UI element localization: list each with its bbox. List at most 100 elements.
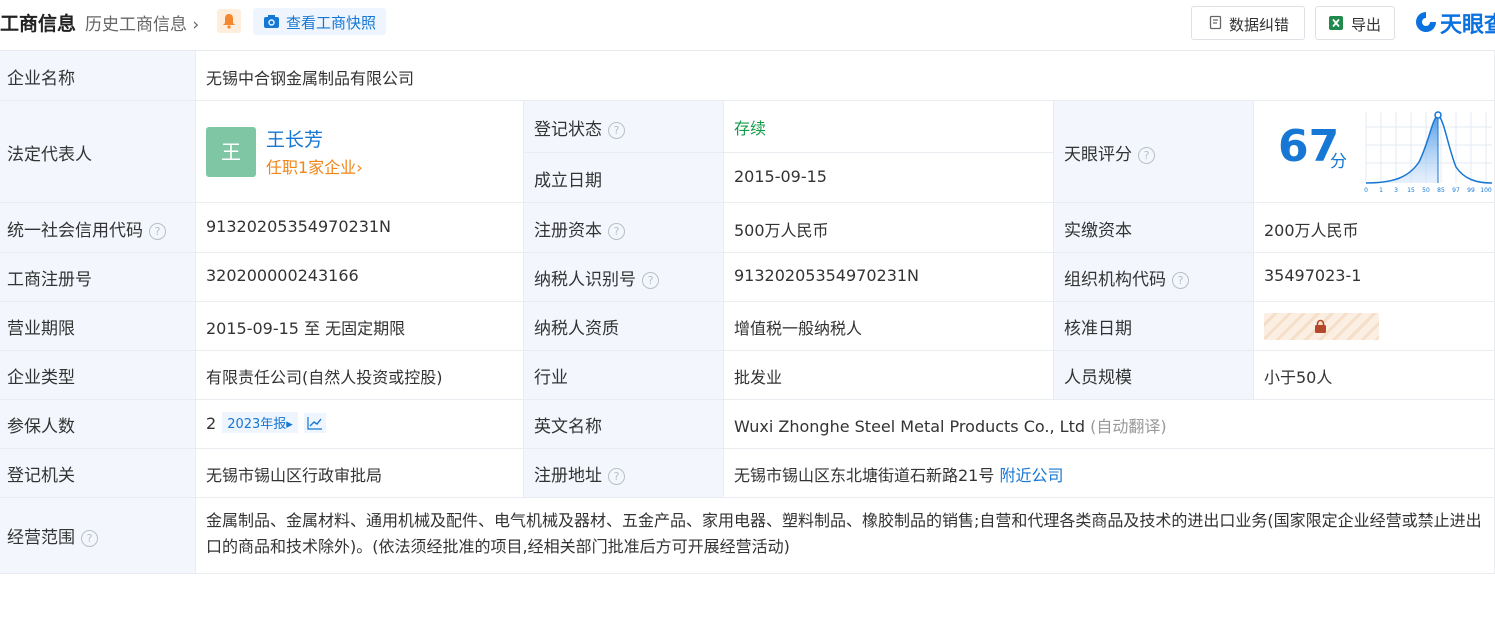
org-code-label: 组织机构代码 bbox=[1064, 270, 1166, 290]
paid-capital-value-cell: 200万人民币 bbox=[1254, 203, 1495, 253]
insured-wrap: 2 2023年报▸ bbox=[206, 412, 326, 433]
score-tick-label: 50 bbox=[1422, 187, 1430, 194]
industry-label: 行业 bbox=[534, 368, 568, 388]
snapshot-button[interactable]: 查看工商快照 bbox=[253, 8, 386, 35]
help-icon[interactable]: ? bbox=[642, 272, 659, 289]
export-button[interactable]: 导出 bbox=[1315, 6, 1395, 40]
help-icon[interactable]: ? bbox=[81, 530, 98, 547]
authority-value-cell: 无锡市锡山区行政审批局 bbox=[196, 449, 524, 498]
score-value-cell[interactable]: 67 分 0 1 3 15 50 85 97 99 100 bbox=[1254, 101, 1495, 203]
help-icon[interactable]: ? bbox=[608, 468, 625, 485]
score-tick-label: 97 bbox=[1452, 187, 1460, 194]
help-icon[interactable]: ? bbox=[608, 223, 625, 240]
paid-capital: 200万人民币 bbox=[1264, 221, 1359, 240]
legal-rep-name-link[interactable]: 王长芳 bbox=[266, 125, 323, 152]
trend-icon bbox=[307, 417, 322, 430]
legal-rep-companies-link[interactable]: 任职1家企业› bbox=[266, 154, 363, 178]
org-code: 35497023-1 bbox=[1264, 266, 1362, 285]
taxpayer-id-label: 纳税人识别号 bbox=[534, 270, 636, 290]
staff-label-cell: 人员规模 bbox=[1054, 351, 1254, 400]
excel-icon bbox=[1329, 16, 1343, 30]
annual-report-button[interactable]: 2023年报▸ bbox=[222, 412, 298, 433]
est-date-value-cell: 2015-09-15 bbox=[724, 153, 1054, 203]
brand-eye-icon bbox=[1416, 12, 1436, 32]
bell-icon[interactable] bbox=[217, 9, 241, 33]
industry: 批发业 bbox=[734, 368, 783, 387]
reg-capital-label: 注册资本 bbox=[534, 221, 602, 241]
legal-rep-label-cell: 法定代表人 bbox=[0, 101, 196, 203]
camera-icon bbox=[264, 15, 279, 28]
est-date-label-cell: 成立日期 bbox=[524, 153, 724, 203]
score-label: 天眼评分 bbox=[1064, 145, 1132, 165]
scope-label: 经营范围 bbox=[7, 528, 75, 548]
taxpayer-qual-label-cell: 纳税人资质 bbox=[524, 302, 724, 351]
correct-data-button[interactable]: 数据纠错 bbox=[1191, 6, 1305, 40]
est-date: 2015-09-15 bbox=[734, 167, 827, 186]
legal-rep-label: 法定代表人 bbox=[7, 145, 92, 165]
company-name-value-cell: 无锡中合钢金属制品有限公司 bbox=[196, 51, 1495, 101]
export-label: 导出 bbox=[1351, 16, 1382, 34]
score-tick-label: 85 bbox=[1437, 187, 1445, 194]
org-code-label-wrap: 组织机构代码? bbox=[1064, 265, 1189, 290]
en-name-label: 英文名称 bbox=[534, 417, 602, 437]
type-label-cell: 企业类型 bbox=[0, 351, 196, 400]
brand-name: 天眼查 bbox=[1440, 13, 1495, 38]
nearby-companies-link[interactable]: 附近公司 bbox=[999, 466, 1063, 485]
reg-status: 存续 bbox=[734, 119, 767, 138]
scope-value-cell: 金属制品、金属材料、通用机械及配件、电气机械及器材、五金产品、家用电器、塑料制品… bbox=[196, 498, 1495, 574]
company-type: 有限责任公司(自然人投资或控股) bbox=[206, 368, 443, 387]
term-value-cell: 2015-09-15 至 无固定期限 bbox=[196, 302, 524, 351]
chevron-right-icon: › bbox=[187, 15, 200, 35]
help-icon[interactable]: ? bbox=[1138, 147, 1155, 164]
credit-code-label-cell: 统一社会信用代码? bbox=[0, 203, 196, 253]
reg-status-label: 登记状态 bbox=[534, 120, 602, 140]
reg-status-label-cell: 登记状态? bbox=[524, 101, 724, 153]
industry-label-cell: 行业 bbox=[524, 351, 724, 400]
reg-no-value-cell: 320200000243166 bbox=[196, 253, 524, 302]
authority-label-cell: 登记机关 bbox=[0, 449, 196, 498]
score-tick-label: 0 bbox=[1364, 187, 1368, 194]
reg-capital: 500万人民币 bbox=[734, 221, 829, 240]
address-label-wrap: 注册地址? bbox=[534, 461, 625, 486]
score-tick-label: 1 bbox=[1379, 187, 1383, 194]
type-value-cell: 有限责任公司(自然人投资或控股) bbox=[196, 351, 524, 400]
legal-rep-value-cell: 王 王长芳 任职1家企业› bbox=[196, 101, 524, 203]
reg-capital-label-cell: 注册资本? bbox=[524, 203, 724, 253]
staff-label: 人员规模 bbox=[1064, 368, 1132, 388]
staff: 小于50人 bbox=[1264, 368, 1333, 387]
help-icon[interactable]: ? bbox=[149, 223, 166, 240]
paid-capital-label: 实缴资本 bbox=[1064, 221, 1132, 241]
est-date-label: 成立日期 bbox=[534, 171, 602, 191]
locked-value[interactable] bbox=[1264, 313, 1379, 340]
score-label-wrap: 天眼评分? bbox=[1064, 140, 1155, 165]
en-name: Wuxi Zhonghe Steel Metal Products Co., L… bbox=[734, 417, 1086, 436]
reg-capital-value-cell: 500万人民币 bbox=[724, 203, 1054, 253]
lock-icon bbox=[1315, 319, 1326, 333]
reg-no-label: 工商注册号 bbox=[7, 270, 92, 290]
taxpayer-qual-label: 纳税人资质 bbox=[534, 319, 619, 339]
section-title: 工商信息 bbox=[0, 13, 77, 35]
staff-value-cell: 小于50人 bbox=[1254, 351, 1495, 400]
taxpayer-id: 91320205354970231N bbox=[734, 266, 920, 285]
trend-button[interactable] bbox=[303, 413, 326, 433]
score-tick-label: 99 bbox=[1467, 187, 1475, 194]
company-name-label-cell: 企业名称 bbox=[0, 51, 196, 101]
scope-label-cell: 经营范围? bbox=[0, 498, 196, 574]
scope-label-wrap: 经营范围? bbox=[7, 523, 98, 548]
caret-right-icon: ▸ bbox=[286, 417, 293, 432]
snapshot-label: 查看工商快照 bbox=[286, 14, 377, 32]
score-tick-label: 15 bbox=[1407, 187, 1415, 194]
help-icon[interactable]: ? bbox=[608, 122, 625, 139]
address-label: 注册地址 bbox=[534, 466, 602, 486]
history-link[interactable]: 历史工商信息 › bbox=[85, 10, 199, 35]
credit-code-value-cell: 91320205354970231N bbox=[196, 203, 524, 253]
avatar: 王 bbox=[206, 127, 256, 177]
score-tick-label: 100 bbox=[1480, 187, 1492, 194]
credit-code: 91320205354970231N bbox=[206, 217, 392, 236]
annual-report-label: 2023年报 bbox=[227, 417, 287, 432]
help-icon[interactable]: ? bbox=[1172, 272, 1189, 289]
company-name-label: 企业名称 bbox=[7, 69, 75, 89]
term: 2015-09-15 至 无固定期限 bbox=[206, 319, 406, 338]
approve-date-label-cell: 核准日期 bbox=[1054, 302, 1254, 351]
industry-value-cell: 批发业 bbox=[724, 351, 1054, 400]
